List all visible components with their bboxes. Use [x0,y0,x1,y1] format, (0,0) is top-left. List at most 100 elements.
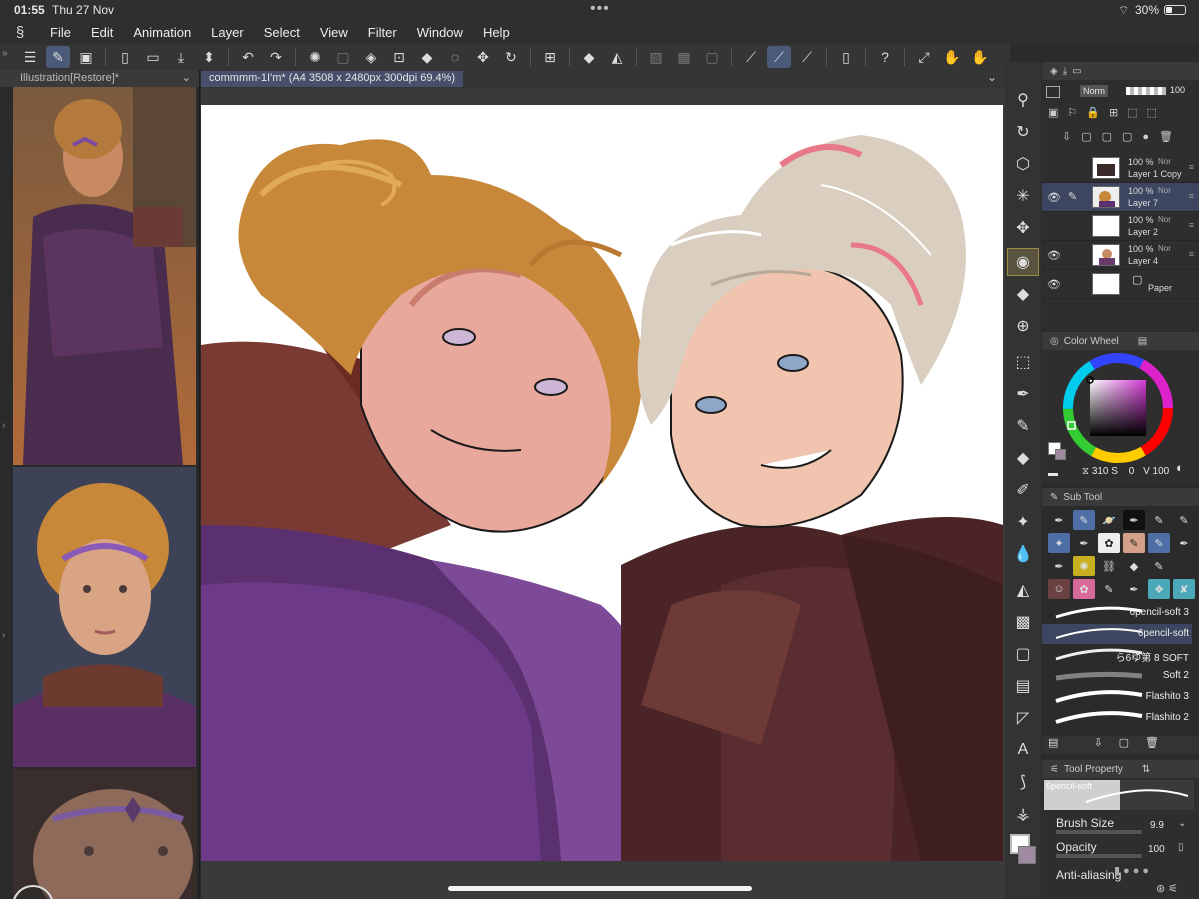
subtool-empty-slot[interactable] [1173,556,1195,576]
navigator-icon[interactable]: ▭ [1072,66,1081,77]
mesh-tool-icon[interactable]: ⊕ [1007,312,1039,340]
layer-row[interactable]: 100 % Nor Layer 2 ≡ [1042,212,1199,241]
crop-icon[interactable]: ▢ [331,46,355,68]
pen-tool-icon[interactable]: ✒ [1007,380,1039,408]
magic-wand-icon[interactable]: ✳ [1007,182,1039,210]
menu-filter[interactable]: Filter [358,25,407,40]
save-icon[interactable]: ⤓ [169,46,193,68]
subtool-pencil-2-icon[interactable]: ✎ [1173,510,1195,530]
move-icon[interactable]: ✥ [471,46,495,68]
correct-line-tool-icon[interactable]: ⚶ [1007,800,1039,828]
tool-property-footer-icons[interactable]: ⊛ ⚟ [1156,882,1178,895]
subtool-actions-row[interactable]: ▤ ⇩▢🗑 [1042,736,1199,754]
new-file-icon[interactable]: ▯ [113,46,137,68]
operation-tool-icon[interactable]: ⬡ [1007,150,1039,178]
snap-icon[interactable]: ▦ [672,46,696,68]
subtool-marker-2-icon[interactable]: ✎ [1148,533,1170,553]
figure-tool-icon[interactable]: ▢ [1007,640,1039,668]
layer-menu-icon[interactable]: ≡ [1189,220,1194,230]
gallery-icon[interactable]: ▣ [74,46,98,68]
brush-item[interactable]: ら6ゆ第 8 SOFT [1042,645,1192,665]
redo-icon[interactable]: ↷ [264,46,288,68]
color-wheel-tab-icon[interactable]: ◎ [1050,336,1059,347]
menu-select[interactable]: Select [254,25,310,40]
brush-size-pressure-icon[interactable]: ⌄ [1178,818,1186,829]
visibility-eye-icon[interactable]: 👁 [1047,249,1061,262]
balloon-tool-icon[interactable]: ⟆ [1007,768,1039,796]
color-mode-toggle-icon[interactable]: ◐ [1176,460,1184,475]
subtool-gold-icon[interactable]: ✺ [1073,556,1095,576]
subtool-cake-icon[interactable]: ✿ [1073,579,1095,599]
expand-left-icon-2[interactable]: › [2,630,5,641]
chevron-down-icon[interactable]: ⌄ [182,71,191,84]
ruler-snap-icon[interactable]: ⟋ [795,46,819,68]
layer-options-row[interactable]: ▣⚐🔒⊞⬚⬚ [1048,106,1198,119]
help-icon[interactable]: ? [873,46,897,68]
eraser-tool-2-icon[interactable]: ◆ [1007,444,1039,472]
eraser-tool-icon[interactable]: ◆ [1007,280,1039,308]
layer-menu-icon[interactable]: ≡ [1189,162,1194,172]
expand-left-icon[interactable]: › [2,420,5,431]
eraser-icon[interactable]: ◆ [577,46,601,68]
menu-layer[interactable]: Layer [201,25,254,40]
brush-size-value[interactable]: 9.9 [1150,820,1164,831]
move-tool-icon[interactable]: ✥ [1007,214,1039,242]
opacity-slider[interactable] [1126,87,1166,95]
document-tab[interactable]: commmm-1I'm* (A4 3508 x 2480px 300dpi 69… [201,71,464,87]
menu-window[interactable]: Window [407,25,473,40]
layer-row[interactable]: 👁 100 % Nor Layer 4 ≡ [1042,241,1199,270]
background-color-swatch[interactable] [1018,846,1036,864]
tool-property-settings-icon[interactable]: ⇅ [1142,764,1150,775]
visibility-eye-icon[interactable]: 👁 [1047,191,1061,204]
subtool-pen-icon[interactable]: ✒ [1048,510,1070,530]
bucket-icon[interactable]: ◭ [605,46,629,68]
stabilizer-icon[interactable]: ⟋ [767,46,791,68]
subtool-sparkle-icon[interactable]: ✦ [1048,533,1070,553]
subtool-teal-2-icon[interactable]: ✘ [1173,579,1195,599]
color-chip[interactable] [1010,834,1036,868]
eyedropper-icon[interactable]: ✐ [1007,476,1039,504]
layers-tab-icon[interactable]: ◈ [1050,66,1058,77]
blend-tool-icon[interactable]: 💧 [1007,540,1039,568]
layer-color-icon[interactable] [1046,86,1060,98]
rotate-tool-icon[interactable]: ↻ [1007,118,1039,146]
open-folder-icon[interactable]: ▭ [141,46,165,68]
subtool-face-icon[interactable]: ☺ [1048,579,1070,599]
opacity-slider-bar[interactable] [1056,854,1142,858]
anti-aliasing-options[interactable]: ▮●●● [1114,864,1152,877]
layer-opacity-value[interactable]: 100 [1170,85,1185,95]
subtool-planet-icon[interactable]: 🪐 [1098,510,1120,530]
opacity-pressure-icon[interactable]: ▯ [1178,842,1184,853]
grid-icon[interactable]: ⊞ [538,46,562,68]
layer-row-paper[interactable]: 👁 ▢ Paper [1042,270,1199,299]
menu-help[interactable]: Help [473,25,520,40]
rotate-selection-icon[interactable]: ↻ [499,46,523,68]
subtool-brush-selected-icon[interactable]: ✎ [1073,510,1095,530]
subtool-blot-icon[interactable]: ✿ [1098,533,1120,553]
brush-item[interactable]: Soft 2 [1042,666,1192,686]
reference-tab[interactable]: Illustration[Restore]* ⌄ [0,70,199,87]
color-set-tab-icon[interactable]: ▤ [1138,336,1147,347]
home-indicator[interactable] [448,886,752,891]
mini-bg-swatch[interactable] [1055,449,1066,460]
lasso-icon[interactable]: ◌ [443,46,467,68]
hamburger-menu-icon[interactable]: ☰ [18,46,42,68]
brush-item[interactable]: 6pencil-soft 3 [1042,603,1192,623]
selection-tool-icon[interactable]: ⬚ [1007,348,1039,376]
multitask-dots-icon[interactable]: ••• [590,0,610,18]
subtool-marker-icon[interactable]: ✎ [1123,533,1145,553]
menu-edit[interactable]: Edit [81,25,123,40]
ruler-icon[interactable]: ⟋ [739,46,763,68]
brush-item-selected[interactable]: 6pencil-soft [1042,624,1192,644]
layer-menu-icon[interactable]: ≡ [1189,191,1194,201]
subtool-pencil-icon[interactable]: ✎ [1148,510,1170,530]
text-tool-icon[interactable]: A [1007,736,1039,764]
undo-icon[interactable]: ↶ [236,46,260,68]
hand-icon[interactable]: ✋ [940,46,964,68]
blend-mode-select[interactable]: Norm [1080,85,1108,97]
subtool-marker-3-icon[interactable]: ✎ [1098,579,1120,599]
menu-animation[interactable]: Animation [123,25,201,40]
brush-item[interactable]: Flashito 2 [1042,708,1192,728]
hand-alt-icon[interactable]: ✋ [968,46,992,68]
chevron-down-icon[interactable]: ⌄ [987,70,997,84]
